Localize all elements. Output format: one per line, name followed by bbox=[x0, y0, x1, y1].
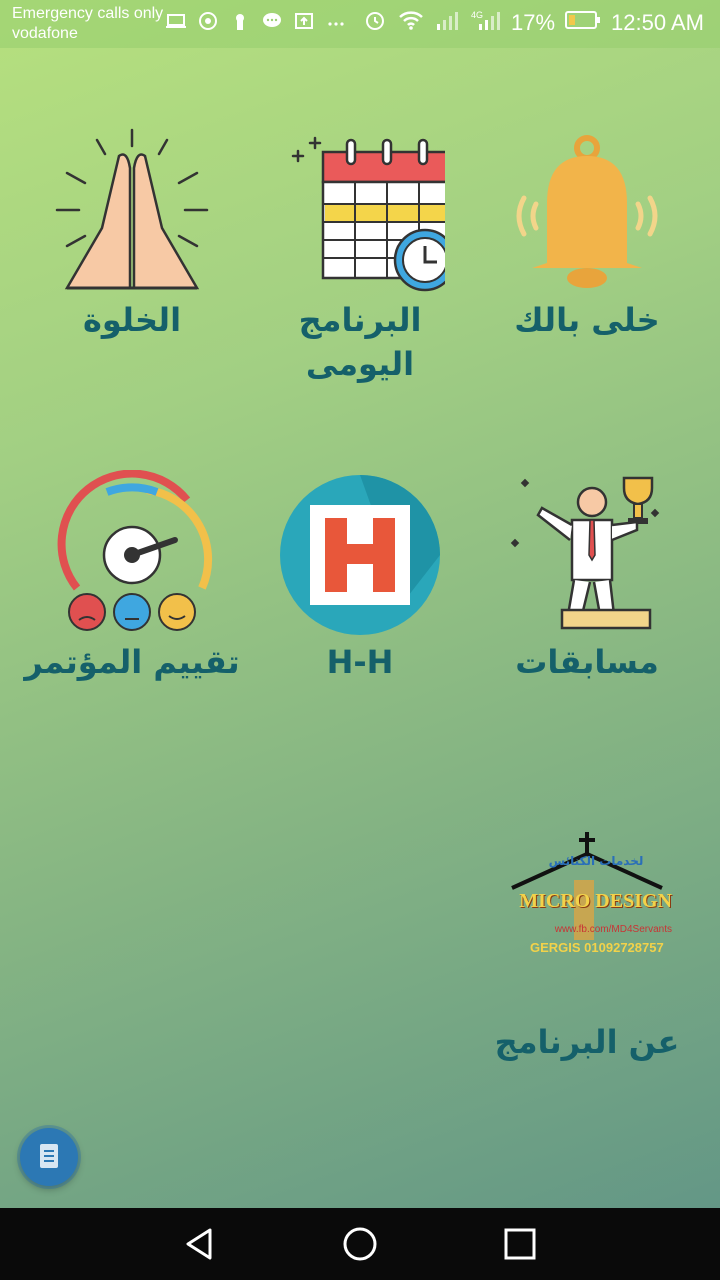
back-icon bbox=[186, 1228, 212, 1260]
notification-icons bbox=[165, 10, 347, 36]
logo-brand: MICRO DESIGN bbox=[519, 890, 672, 912]
tile-daily-program[interactable]: البرنامج اليومى bbox=[250, 128, 470, 386]
svg-text:4G: 4G bbox=[471, 10, 483, 20]
bell-icon bbox=[502, 128, 672, 298]
document-fab-button[interactable] bbox=[20, 1128, 78, 1186]
home-button[interactable] bbox=[342, 1226, 378, 1262]
hh-logo-icon bbox=[275, 470, 445, 640]
winner-trophy-icon bbox=[502, 470, 672, 640]
whatsapp-icon bbox=[197, 10, 219, 36]
tile-khelwa[interactable]: الخلوة bbox=[22, 128, 242, 342]
message-icon bbox=[261, 10, 283, 36]
signal-4g-icon: 4G bbox=[471, 8, 501, 38]
back-button[interactable] bbox=[182, 1226, 218, 1262]
tile-label: تقييم المؤتمر bbox=[24, 643, 240, 681]
navigation-bar bbox=[0, 1208, 720, 1280]
praying-hands-icon bbox=[47, 128, 217, 298]
alarm-icon bbox=[363, 8, 387, 38]
rating-gauge-icon bbox=[47, 469, 217, 640]
tile-competitions[interactable]: مسابقات bbox=[477, 470, 697, 684]
tile-hh[interactable]: H-H bbox=[250, 470, 470, 684]
signal-icon bbox=[435, 8, 461, 38]
upload-icon bbox=[293, 10, 315, 36]
tile-label: مسابقات bbox=[515, 643, 659, 681]
recents-button[interactable] bbox=[502, 1226, 538, 1262]
home-icon bbox=[343, 1227, 377, 1261]
logo-url: www.fb.com/MD4Servants bbox=[554, 924, 672, 935]
battery-percent: 17% bbox=[511, 10, 556, 35]
tile-label: خلى بالك bbox=[514, 301, 660, 339]
tile-label: عن البرنامج bbox=[494, 1023, 680, 1061]
tile-label: البرنامج اليومى bbox=[298, 301, 422, 383]
logo-contact: GERGIS 01092728757 bbox=[530, 940, 664, 955]
clock-time: 12:50 AM bbox=[611, 10, 704, 35]
document-icon bbox=[40, 1144, 58, 1168]
calendar-clock-icon bbox=[275, 128, 457, 298]
tile-label: H-H bbox=[326, 643, 394, 681]
tile-about[interactable]: لخدمات الكنائس MICRO DESIGN www.fb.com/M… bbox=[477, 828, 697, 1068]
status-bar: Emergency calls only vodafone 4G 17% 12:… bbox=[0, 0, 720, 48]
tile-conference-rating[interactable]: تقييم المؤتمر bbox=[22, 469, 242, 684]
recents-icon bbox=[504, 1228, 536, 1260]
tile-attention[interactable]: خلى بالك bbox=[477, 128, 697, 342]
laptop-icon bbox=[165, 10, 187, 36]
battery-icon bbox=[565, 10, 601, 36]
carrier-name: vodafone bbox=[12, 25, 78, 42]
system-status: 4G 17% 12:50 AM bbox=[363, 8, 704, 38]
more-icon bbox=[325, 10, 347, 36]
wifi-icon bbox=[397, 8, 425, 38]
logo-top-text: لخدمات الكنائس bbox=[548, 854, 644, 868]
keyhole-icon bbox=[229, 10, 251, 36]
emergency-text: Emergency calls only bbox=[12, 5, 164, 22]
carrier-info: Emergency calls only vodafone bbox=[12, 4, 163, 44]
micro-design-logo: لخدمات الكنائس MICRO DESIGN www.fb.com/M… bbox=[502, 828, 672, 968]
tile-label: الخلوة bbox=[82, 301, 182, 339]
